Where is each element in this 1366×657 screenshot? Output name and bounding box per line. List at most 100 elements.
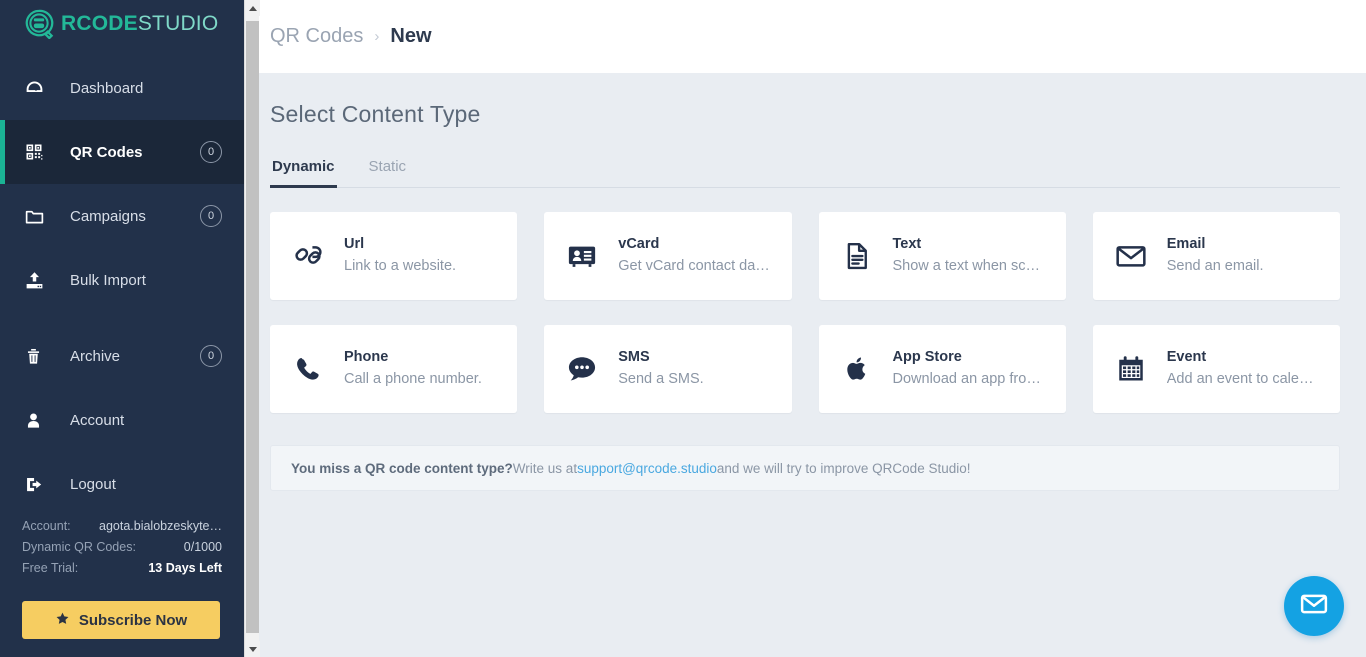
qr-logo-icon bbox=[24, 9, 54, 39]
account-label: Account: bbox=[22, 516, 71, 537]
scrollbar-thumb[interactable] bbox=[246, 21, 259, 633]
sidebar: RCODESTUDIO Dashboard bbox=[0, 0, 244, 657]
upload-icon bbox=[24, 270, 54, 291]
sidebar-item-archive[interactable]: Archive 0 bbox=[0, 324, 244, 388]
sidebar-nav: Dashboard bbox=[0, 56, 244, 516]
notice-bold-text: You miss a QR code content type? bbox=[291, 461, 513, 476]
sidebar-item-bulk-import[interactable]: Bulk Import bbox=[0, 248, 244, 312]
dynamic-codes-value: 0/1000 bbox=[184, 537, 222, 558]
card-text: vCard Get vCard contact da… bbox=[618, 235, 770, 277]
content-type-card-vcard[interactable]: vCard Get vCard contact da… bbox=[544, 212, 791, 300]
scrollbar-up-arrow[interactable] bbox=[245, 0, 260, 16]
account-summary: Account: agota.bialobzeskyte… Dynamic QR… bbox=[0, 516, 244, 657]
sidebar-item-dashboard[interactable]: Dashboard bbox=[0, 56, 244, 120]
sidebar-item-label: Logout bbox=[70, 476, 116, 493]
card-desc: Show a text when sc… bbox=[893, 256, 1041, 277]
sidebar-item-label: Campaigns bbox=[70, 208, 146, 225]
notice-mid-text: Write us at bbox=[513, 461, 577, 476]
content-type-tabs: Dynamic Static bbox=[270, 158, 1340, 188]
main-content: QR Codes › New Select Content Type Dynam… bbox=[244, 0, 1366, 657]
calendar-icon bbox=[1113, 354, 1149, 384]
dashboard-gauge-icon bbox=[24, 78, 54, 99]
dynamic-codes-label: Dynamic QR Codes: bbox=[22, 537, 136, 558]
star-icon bbox=[55, 611, 70, 630]
brand-logo-area[interactable]: RCODESTUDIO bbox=[0, 0, 244, 48]
tab-dynamic[interactable]: Dynamic bbox=[270, 158, 337, 187]
tab-static[interactable]: Static bbox=[367, 158, 409, 187]
card-title: App Store bbox=[893, 349, 962, 365]
sidebar-badge-archive: 0 bbox=[200, 345, 222, 367]
app-root: RCODESTUDIO Dashboard bbox=[0, 0, 1366, 657]
scrollbar-down-arrow[interactable] bbox=[245, 641, 260, 657]
card-text: App Store Download an app fro… bbox=[893, 348, 1041, 390]
content-type-grid: Url Link to a website. bbox=[270, 212, 1340, 413]
apple-icon bbox=[839, 354, 875, 384]
subscribe-now-button[interactable]: Subscribe Now bbox=[22, 601, 220, 639]
content-type-card-event[interactable]: Event Add an event to cale… bbox=[1093, 325, 1340, 413]
contact-card-icon bbox=[564, 241, 600, 271]
qr-code-icon bbox=[24, 142, 54, 162]
top-bar: QR Codes › New bbox=[244, 0, 1366, 73]
card-text: Event Add an event to cale… bbox=[1167, 348, 1314, 390]
breadcrumb-current: New bbox=[390, 25, 431, 48]
card-desc: Get vCard contact da… bbox=[618, 256, 770, 277]
content-type-card-email[interactable]: Email Send an email. bbox=[1093, 212, 1340, 300]
folder-icon bbox=[24, 206, 54, 227]
sidebar-item-logout[interactable]: Logout bbox=[0, 452, 244, 516]
card-text: Text Show a text when sc… bbox=[893, 235, 1041, 277]
card-title: Event bbox=[1167, 349, 1207, 365]
support-email-link[interactable]: support@qrcode.studio bbox=[577, 461, 717, 476]
card-title: Url bbox=[344, 236, 364, 252]
sidebar-badge-qr-codes: 0 bbox=[200, 141, 222, 163]
card-title: vCard bbox=[618, 236, 659, 252]
sidebar-item-campaigns[interactable]: Campaigns 0 bbox=[0, 184, 244, 248]
subscribe-label: Subscribe Now bbox=[79, 612, 187, 629]
content-type-card-phone[interactable]: Phone Call a phone number. bbox=[270, 325, 517, 413]
card-desc: Send an email. bbox=[1167, 256, 1264, 277]
card-desc: Link to a website. bbox=[344, 256, 456, 277]
page-title: Select Content Type bbox=[270, 101, 1340, 128]
content-type-card-text[interactable]: Text Show a text when sc… bbox=[819, 212, 1066, 300]
card-desc: Send a SMS. bbox=[618, 369, 703, 390]
chevron-up-icon bbox=[249, 6, 257, 11]
notice-tail-text: and we will try to improve QRCode Studio… bbox=[717, 461, 971, 476]
chat-support-button[interactable] bbox=[1284, 576, 1344, 636]
user-icon bbox=[24, 411, 54, 430]
sidebar-item-qr-codes[interactable]: QR Codes 0 bbox=[0, 120, 244, 184]
sidebar-item-label: QR Codes bbox=[70, 144, 143, 161]
sidebar-item-label: Dashboard bbox=[70, 80, 143, 97]
card-title: Phone bbox=[344, 349, 388, 365]
sidebar-scrollbar[interactable] bbox=[244, 0, 259, 657]
account-row-trial: Free Trial: 13 Days Left bbox=[22, 558, 222, 579]
sidebar-badge-campaigns: 0 bbox=[200, 205, 222, 227]
card-text: Email Send an email. bbox=[1167, 235, 1264, 277]
sidebar-item-label: Bulk Import bbox=[70, 272, 146, 289]
phone-icon bbox=[290, 355, 326, 383]
account-value: agota.bialobzeskyte… bbox=[99, 516, 222, 537]
account-row-name: Account: agota.bialobzeskyte… bbox=[22, 516, 222, 537]
brand-text: RCODESTUDIO bbox=[61, 12, 218, 36]
card-text: Url Link to a website. bbox=[344, 235, 456, 277]
card-title: SMS bbox=[618, 349, 649, 365]
content-type-card-sms[interactable]: SMS Send a SMS. bbox=[544, 325, 791, 413]
chevron-down-icon bbox=[249, 647, 257, 652]
envelope-icon bbox=[1113, 240, 1149, 272]
account-row-codes: Dynamic QR Codes: 0/1000 bbox=[22, 537, 222, 558]
sidebar-item-account[interactable]: Account bbox=[0, 388, 244, 452]
card-title: Email bbox=[1167, 236, 1206, 252]
sidebar-item-label: Archive bbox=[70, 348, 120, 365]
content-type-card-url[interactable]: Url Link to a website. bbox=[270, 212, 517, 300]
link-chain-icon bbox=[290, 241, 326, 271]
brand-part-two: STUDIO bbox=[138, 12, 219, 35]
trash-icon bbox=[24, 347, 54, 366]
document-text-icon bbox=[839, 241, 875, 271]
free-trial-label: Free Trial: bbox=[22, 558, 78, 579]
content-type-card-app-store[interactable]: App Store Download an app fro… bbox=[819, 325, 1066, 413]
chevron-right-icon: › bbox=[374, 28, 379, 45]
breadcrumb-parent[interactable]: QR Codes bbox=[270, 25, 363, 48]
card-desc: Download an app fro… bbox=[893, 369, 1041, 390]
free-trial-value: 13 Days Left bbox=[148, 558, 222, 579]
logout-icon bbox=[24, 474, 54, 495]
card-text: SMS Send a SMS. bbox=[618, 348, 703, 390]
envelope-icon bbox=[1299, 589, 1329, 624]
